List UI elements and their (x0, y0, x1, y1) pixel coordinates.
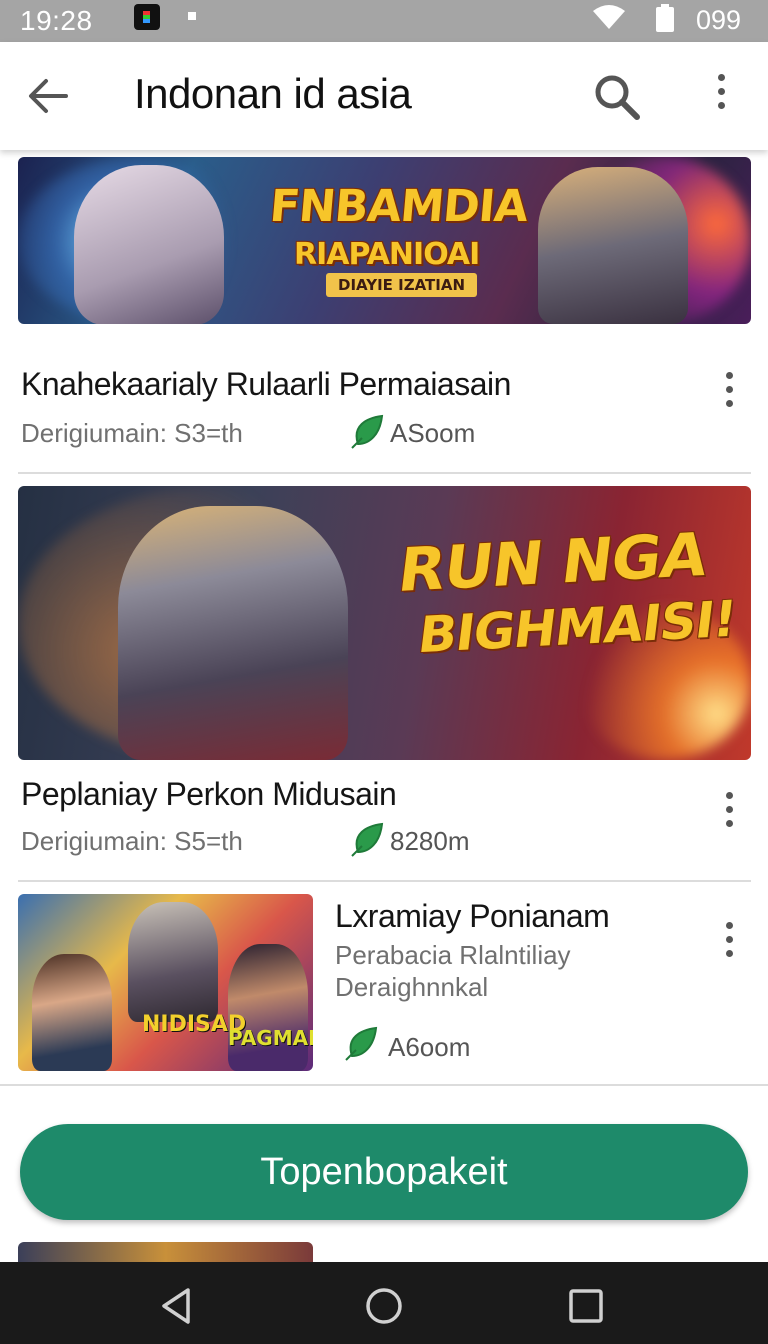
item-more-icon[interactable] (718, 792, 740, 832)
status-time: 19:28 (20, 5, 93, 36)
game-banner-image[interactable]: FNBAMDIA RIAPANIOAI DIAYIE IZATIAN (18, 157, 751, 324)
primary-action-button[interactable]: Topenbopakeit (20, 1124, 748, 1220)
item-more-icon[interactable] (718, 372, 740, 412)
content-list: FNBAMDIA RIAPANIOAI DIAYIE IZATIAN Knahe… (0, 150, 768, 1262)
divider (18, 880, 751, 882)
heroine-figure (32, 954, 112, 1071)
divider (0, 1084, 768, 1086)
hero-figure (228, 944, 308, 1071)
item-subtitle: Deraighnnkal (335, 972, 489, 1002)
nav-home-icon[interactable] (364, 1286, 404, 1326)
leaf-icon (345, 1026, 378, 1061)
page-title: Indonan id asia (134, 70, 412, 117)
back-arrow-icon[interactable] (24, 72, 72, 120)
leaf-icon (351, 822, 384, 857)
item-stat: ASoom (390, 418, 476, 448)
game-banner-image[interactable]: RUN NGA BIGHMAISI! (18, 486, 751, 760)
leaf-icon (351, 414, 384, 449)
item-meta: Derigiumain: S5=th (21, 826, 243, 856)
status-bar: 19:28 099 (0, 0, 768, 42)
warrior-figure (128, 902, 218, 1022)
item-stat: 8280m (390, 826, 470, 856)
item-meta: Derigiumain: S3=th (21, 418, 243, 448)
banner-tag: DIAYIE IZATIAN (326, 273, 477, 297)
item-title[interactable]: Knahekaarialy Rulaarli Permaiasain (21, 366, 511, 403)
thumb-logo-right: PAGMAIA (228, 1026, 313, 1050)
battery-level: 099 (696, 5, 742, 35)
creature-figure (74, 165, 224, 324)
system-nav-bar (0, 1262, 768, 1344)
search-icon[interactable] (592, 72, 642, 122)
divider (18, 472, 751, 474)
warrior-figure (118, 506, 348, 760)
nav-back-icon[interactable] (158, 1286, 198, 1326)
next-item-peek[interactable] (18, 1242, 313, 1262)
more-vert-icon[interactable] (706, 74, 736, 118)
item-subtitle: Perabacia Rlalntiliay (335, 940, 571, 970)
banner-title: FNBAMDIA (267, 181, 530, 232)
warrior-figure (538, 167, 688, 324)
notification-dot-icon (188, 12, 196, 20)
wifi-icon (593, 5, 625, 29)
game-thumbnail-image[interactable]: NIDISAD PAGMAIA (18, 894, 313, 1071)
item-title[interactable]: Lxramiay Ponianam (335, 898, 610, 935)
app-bar: Indonan id asia (0, 42, 768, 150)
item-more-icon[interactable] (718, 922, 740, 962)
app-icon (134, 4, 160, 30)
nav-recents-icon[interactable] (566, 1286, 606, 1326)
battery-icon (656, 4, 674, 32)
banner-subtitle: RIAPANIOAI (294, 237, 480, 272)
item-stat: A6oom (388, 1032, 471, 1062)
item-title[interactable]: Peplaniay Perkon Midusain (21, 776, 397, 813)
